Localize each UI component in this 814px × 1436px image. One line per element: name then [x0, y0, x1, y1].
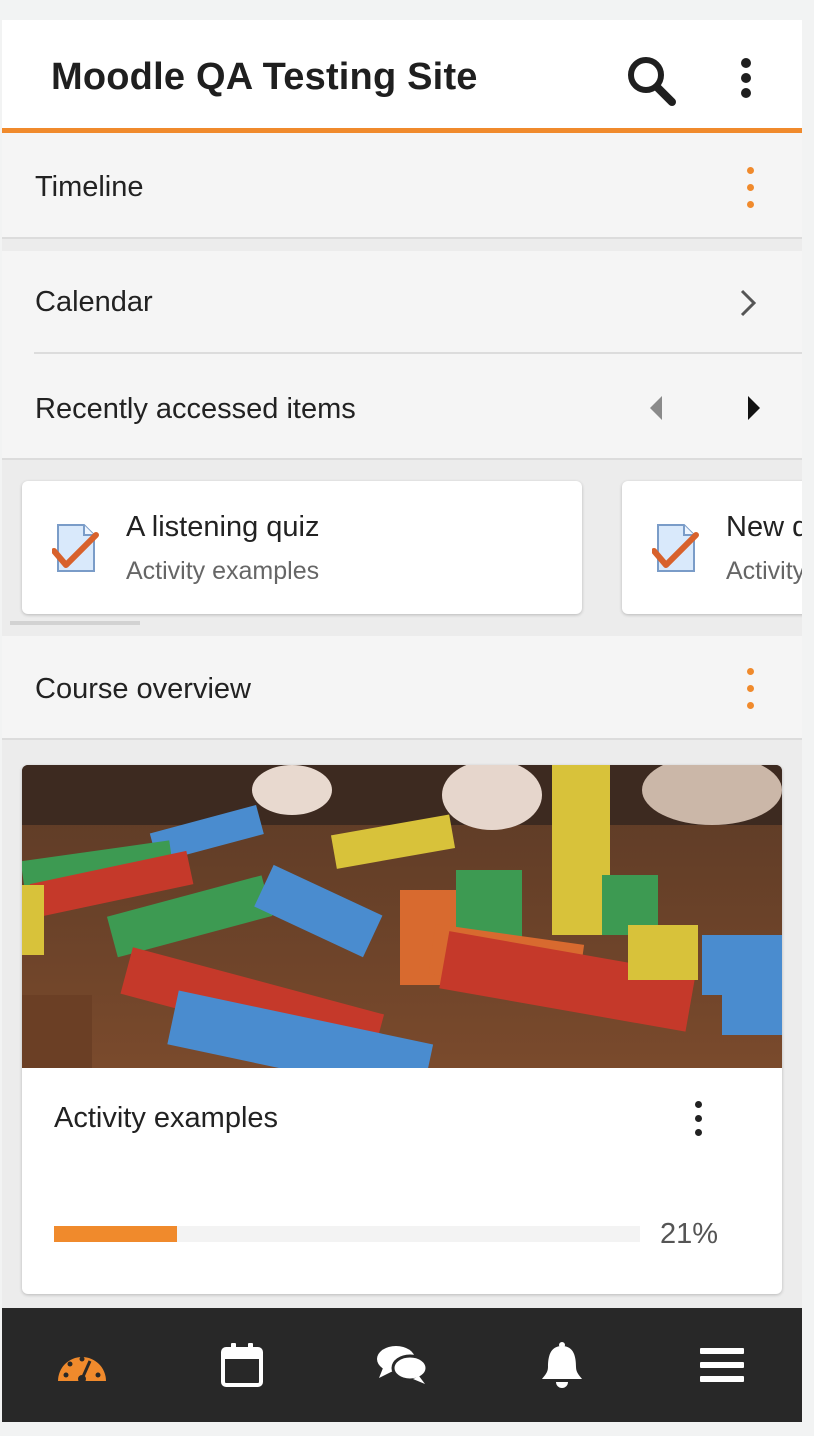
recent-items-title: Recently accessed items [35, 393, 356, 425]
timeline-menu-button[interactable] [730, 161, 770, 217]
course-progress-bar [54, 1226, 640, 1242]
course-progress-fill [54, 1226, 178, 1242]
bottom-navigation [2, 1308, 802, 1422]
nav-dashboard-button[interactable] [2, 1308, 162, 1422]
calendar-block[interactable]: Calendar [2, 251, 802, 354]
timeline-title: Timeline [35, 171, 144, 203]
dot-icon [747, 668, 754, 675]
app-frame: Moodle QA Testing Site Timeline Calendar [2, 20, 802, 1422]
horizontal-scrollbar[interactable] [10, 621, 140, 625]
more-options-button[interactable] [716, 50, 776, 110]
bell-icon [542, 1342, 582, 1388]
nav-notifications-button[interactable] [482, 1308, 642, 1422]
vertical-dots-icon [741, 58, 751, 98]
course-overview-block: Course overview [2, 636, 802, 740]
recent-item-course: Activity [726, 557, 802, 585]
dot-icon [747, 201, 754, 208]
recent-item-title: New q [726, 511, 802, 543]
prev-arrow-icon[interactable] [648, 394, 668, 422]
recent-item-card[interactable]: A listening quiz Activity examples [22, 481, 582, 614]
quiz-icon [651, 521, 702, 582]
dashboard-icon [58, 1356, 106, 1383]
course-overview-menu-button[interactable] [730, 662, 770, 718]
search-icon [628, 57, 676, 106]
recent-item-card[interactable]: New q Activity [622, 481, 802, 614]
dot-icon [695, 1115, 702, 1122]
dot-icon [747, 685, 754, 692]
course-card[interactable]: Activity examples 21% [22, 765, 782, 1294]
search-button[interactable] [620, 50, 680, 110]
nav-messages-button[interactable] [322, 1308, 482, 1422]
course-progress-label: 21% [660, 1218, 719, 1250]
site-title: Moodle QA Testing Site [51, 56, 478, 98]
quiz-icon [51, 521, 102, 582]
recent-item-course: Activity examples [126, 557, 320, 585]
nav-menu-button[interactable] [642, 1308, 802, 1422]
hamburger-icon [700, 1348, 744, 1382]
chat-icon [377, 1346, 429, 1384]
dot-icon [747, 702, 754, 709]
course-overview-title: Course overview [35, 673, 251, 705]
calendar-icon [221, 1343, 263, 1387]
course-image[interactable] [22, 765, 782, 1068]
chevron-right-icon [740, 289, 757, 317]
recent-item-title: A listening quiz [126, 511, 320, 543]
dot-icon [747, 167, 754, 174]
recent-items-block: Recently accessed items [2, 354, 802, 460]
dot-icon [695, 1129, 702, 1136]
timeline-block: Timeline [2, 133, 802, 239]
dot-icon [747, 184, 754, 191]
app-header: Moodle QA Testing Site [2, 20, 802, 133]
dot-icon [695, 1101, 702, 1108]
course-name[interactable]: Activity examples [54, 1102, 278, 1135]
nav-calendar-button[interactable] [162, 1308, 322, 1422]
course-menu-button[interactable] [678, 1095, 718, 1151]
next-arrow-icon[interactable] [744, 394, 764, 422]
calendar-title: Calendar [35, 286, 153, 318]
